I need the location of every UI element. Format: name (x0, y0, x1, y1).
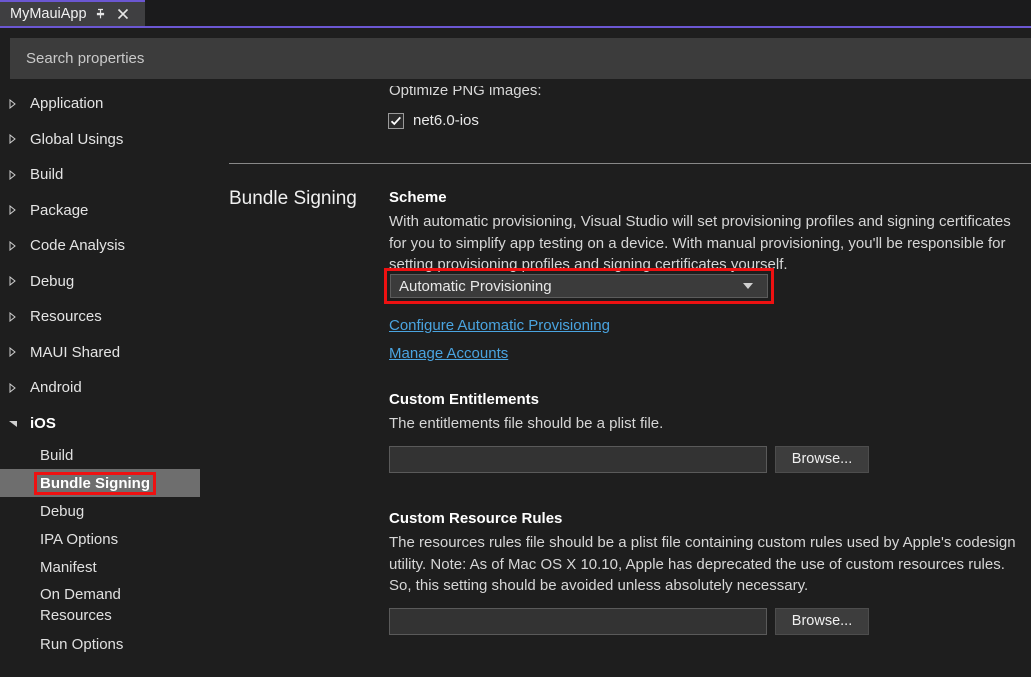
sidebar-item-label: Application (24, 95, 103, 112)
chevron-right-icon (8, 347, 24, 357)
section-divider (229, 163, 1031, 164)
sidebar-item-android[interactable]: Android (0, 370, 228, 406)
chevron-right-icon (8, 383, 24, 393)
sidebar-item-label: Code Analysis (24, 237, 125, 254)
sidebar-item-label: On Demand Resources (40, 584, 160, 626)
manage-accounts-link[interactable]: Manage Accounts (389, 345, 508, 362)
sidebar-item-debug[interactable]: Debug (0, 264, 228, 300)
sidebar-item-ios-bundle-signing[interactable]: Bundle Signing (0, 469, 200, 497)
document-tab-mymauiapp[interactable]: MyMauiApp (0, 0, 145, 26)
optimize-png-images-label: Optimize PNG images: (389, 86, 542, 99)
chevron-right-icon (8, 134, 24, 144)
chevron-right-icon (8, 170, 24, 180)
chevron-down-icon (8, 419, 24, 428)
custom-resource-rules-section: Custom Resource Rules The resources rule… (389, 510, 1031, 635)
scheme-description: With automatic provisioning, Visual Stud… (389, 211, 1031, 276)
title-bar: MyMauiApp (0, 0, 1031, 28)
sidebar-item-label: IPA Options (40, 531, 118, 548)
sidebar-item-ios-ipa-options[interactable]: IPA Options (0, 525, 228, 553)
properties-content-pane: Optimize PNG images: net6.0-ios Bundle S… (228, 86, 1031, 677)
sidebar-item-resources[interactable]: Resources (0, 299, 228, 335)
custom-entitlements-browse-button[interactable]: Browse... (775, 446, 869, 473)
sidebar-item-label: Bundle Signing (37, 475, 153, 492)
sidebar-item-label: Global Usings (24, 131, 123, 148)
custom-entitlements-section: Custom Entitlements The entitlements fil… (389, 391, 1031, 473)
chevron-right-icon (8, 99, 24, 109)
chevron-right-icon (8, 276, 24, 286)
custom-entitlements-heading: Custom Entitlements (389, 391, 1031, 408)
scheme-dropdown[interactable]: Automatic Provisioning (390, 274, 768, 298)
custom-resource-rules-heading: Custom Resource Rules (389, 510, 1031, 527)
search-bar-container (0, 30, 1031, 86)
sidebar-item-code-analysis[interactable]: Code Analysis (0, 228, 228, 264)
search-input[interactable] (10, 38, 1031, 79)
pin-icon[interactable] (93, 6, 109, 22)
sidebar-item-ios-debug[interactable]: Debug (0, 497, 228, 525)
chevron-right-icon (8, 312, 24, 322)
scheme-section: Scheme With automatic provisioning, Visu… (389, 189, 1031, 276)
page-title: Bundle Signing (229, 186, 379, 212)
target-framework-checkbox-row[interactable]: net6.0-ios (388, 112, 479, 129)
sidebar-item-label: Build (24, 166, 63, 183)
sidebar-item-label: MAUI Shared (24, 344, 120, 361)
scheme-heading: Scheme (389, 189, 1031, 206)
configure-automatic-provisioning-link[interactable]: Configure Automatic Provisioning (389, 317, 610, 334)
sidebar-item-label: Manifest (40, 559, 97, 576)
sidebar-item-label: iOS (24, 415, 56, 432)
custom-resource-rules-path-input[interactable] (389, 608, 767, 635)
sidebar-item-ios-manifest[interactable]: Manifest (0, 553, 228, 581)
sidebar-item-ios-on-demand-resources[interactable]: On Demand Resources (0, 581, 228, 630)
sidebar-item-label: Debug (24, 273, 74, 290)
sidebar-item-label: Resources (24, 308, 102, 325)
sidebar-item-label: Run Options (40, 636, 123, 653)
sidebar-item-ios-run-options[interactable]: Run Options (0, 630, 228, 658)
sidebar-item-label: Package (24, 202, 88, 219)
chevron-right-icon (8, 241, 24, 251)
custom-entitlements-path-input[interactable] (389, 446, 767, 473)
sidebar-item-ios-build[interactable]: Build (0, 441, 228, 469)
sidebar-item-build[interactable]: Build (0, 157, 228, 193)
custom-entitlements-path-row: Browse... (389, 446, 1031, 473)
tab-label: MyMauiApp (10, 7, 87, 22)
sidebar-item-global-usings[interactable]: Global Usings (0, 122, 228, 158)
custom-resource-rules-description: The resources rules file should be a pli… (389, 532, 1031, 597)
properties-navigation-sidebar: Application Global Usings Build Package … (0, 86, 228, 677)
sidebar-item-label: Build (40, 447, 73, 464)
chevron-right-icon (8, 205, 24, 215)
checkmark-icon[interactable] (388, 113, 404, 129)
chevron-down-icon[interactable] (743, 282, 753, 290)
sidebar-item-package[interactable]: Package (0, 193, 228, 229)
sidebar-item-application[interactable]: Application (0, 86, 228, 122)
close-icon[interactable] (115, 6, 131, 22)
sidebar-item-maui-shared[interactable]: MAUI Shared (0, 335, 228, 371)
sidebar-item-label: Android (24, 379, 82, 396)
sidebar-item-ios[interactable]: iOS (0, 406, 228, 442)
custom-entitlements-description: The entitlements file should be a plist … (389, 413, 1031, 435)
custom-resource-rules-path-row: Browse... (389, 608, 1031, 635)
sidebar-item-label: Debug (40, 503, 84, 520)
target-framework-label: net6.0-ios (413, 112, 479, 129)
custom-resource-rules-browse-button[interactable]: Browse... (775, 608, 869, 635)
